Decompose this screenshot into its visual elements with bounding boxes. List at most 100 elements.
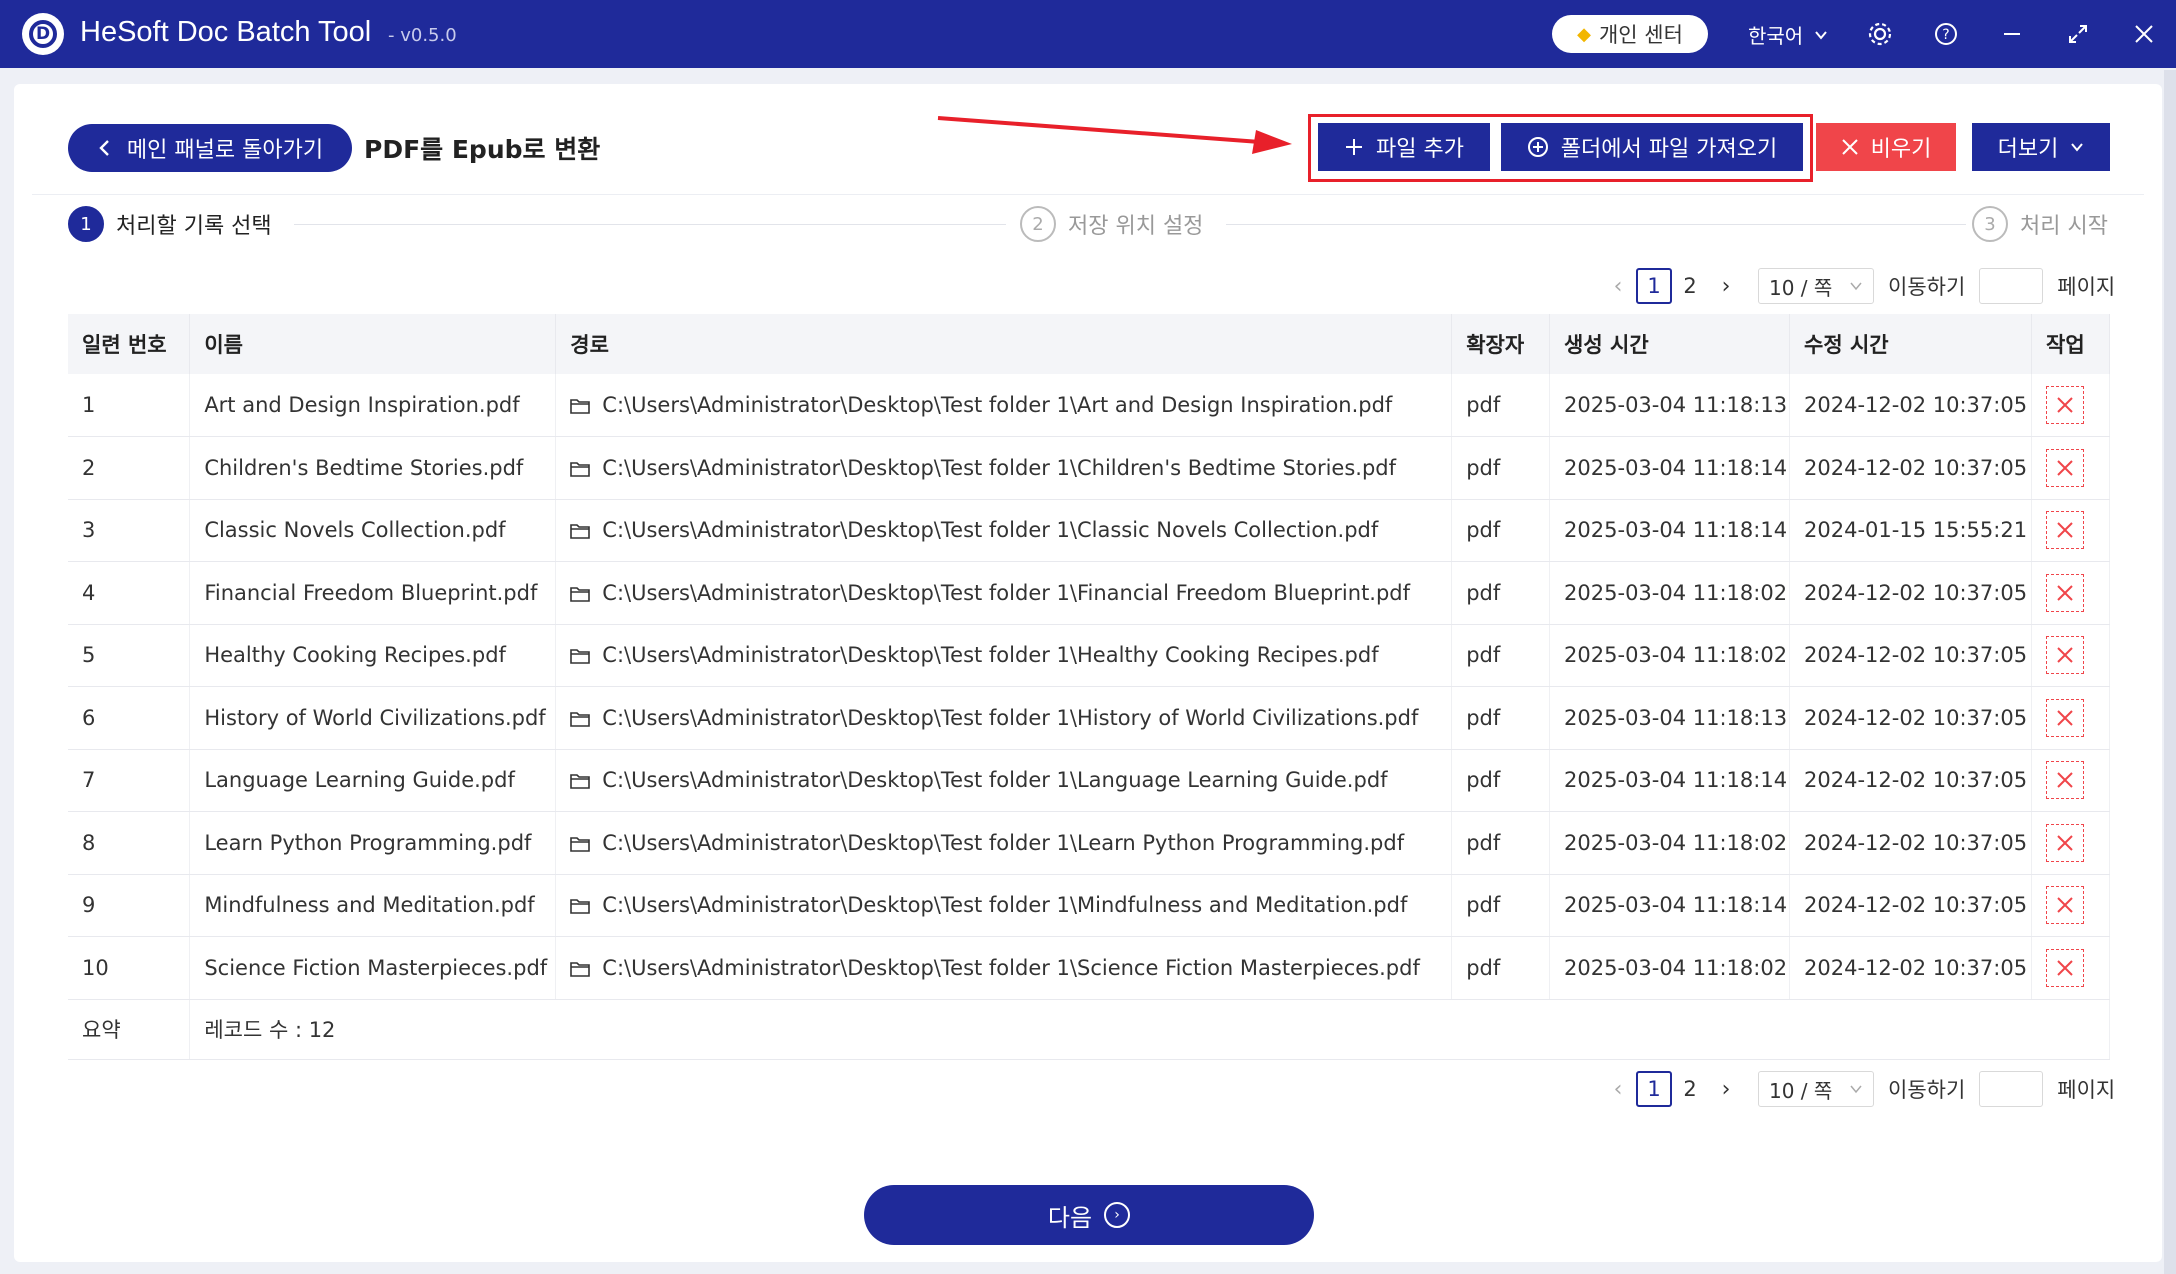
- plus-circle-icon: [1527, 137, 1548, 157]
- goto-page-input[interactable]: [1979, 268, 2044, 304]
- file-path-cell[interactable]: C:\Users\Administrator\Desktop\Test fold…: [555, 624, 1453, 687]
- close-icon: [1841, 139, 1858, 155]
- file-path-cell[interactable]: C:\Users\Administrator\Desktop\Test fold…: [555, 499, 1453, 562]
- created-time: 2025-03-04 11:18:02: [1549, 561, 1791, 625]
- row-number: 5: [68, 624, 191, 687]
- page-1-button[interactable]: 1: [1636, 1071, 1672, 1107]
- file-path-cell[interactable]: C:\Users\Administrator\Desktop\Test fold…: [555, 374, 1453, 437]
- column-header: 생성 시간: [1549, 314, 1791, 374]
- file-path-cell[interactable]: C:\Users\Administrator\Desktop\Test fold…: [555, 749, 1453, 812]
- table-row: 4 Financial Freedom Blueprint.pdf C:\Users…: [68, 561, 2110, 625]
- row-number: 1: [68, 374, 191, 437]
- delete-icon[interactable]: [2046, 511, 2085, 550]
- maximize-icon[interactable]: [2062, 18, 2094, 50]
- file-path-cell[interactable]: C:\Users\Administrator\Desktop\Test fold…: [555, 436, 1453, 500]
- file-name: Financial Freedom Blueprint.pdf: [189, 561, 557, 625]
- delete-icon[interactable]: [2046, 573, 2085, 612]
- file-name: Learn Python Programming.pdf: [189, 811, 557, 875]
- action-cell: [2031, 686, 2110, 750]
- modified-time: 2024-12-02 10:37:05: [1789, 749, 2033, 812]
- delete-icon[interactable]: [2046, 823, 2085, 862]
- next-label: 다음: [1047, 1203, 1093, 1232]
- page-2-button[interactable]: 2: [1672, 1071, 1708, 1107]
- step-number: 3: [1972, 206, 2008, 242]
- pagination-top: ‹ 1 2 › 10 / 쪽 이동하기 페이지: [1600, 268, 2115, 304]
- file-extension: pdf: [1451, 749, 1551, 812]
- folder-icon: [570, 774, 591, 790]
- svg-text:?: ?: [1942, 27, 1949, 43]
- file-extension: pdf: [1451, 811, 1551, 875]
- delete-icon[interactable]: [2046, 761, 2085, 800]
- file-extension: pdf: [1451, 874, 1551, 937]
- delete-icon[interactable]: [2046, 948, 2085, 987]
- file-path-cell[interactable]: C:\Users\Administrator\Desktop\Test fold…: [555, 811, 1453, 875]
- file-path-cell[interactable]: C:\Users\Administrator\Desktop\Test fold…: [555, 936, 1453, 1000]
- add-file-button[interactable]: 파일 추가: [1318, 123, 1490, 171]
- folder-icon: [570, 649, 591, 665]
- file-extension: pdf: [1451, 561, 1551, 625]
- language-select[interactable]: 한국어: [1748, 20, 1829, 49]
- step-connector: [1226, 224, 1966, 225]
- action-cell: [2031, 499, 2110, 562]
- page-size-select[interactable]: 10 / 쪽: [1758, 268, 1874, 304]
- created-time: 2025-03-04 11:18:02: [1549, 624, 1791, 687]
- action-cell: [2031, 624, 2110, 687]
- clear-button[interactable]: 비우기: [1816, 123, 1956, 171]
- delete-icon[interactable]: [2046, 886, 2085, 925]
- file-name: Language Learning Guide.pdf: [189, 749, 557, 812]
- scrollbar[interactable]: [2164, 70, 2176, 1274]
- minimize-icon[interactable]: [1996, 18, 2028, 50]
- page-size-select[interactable]: 10 / 쪽: [1758, 1071, 1874, 1107]
- folder-icon: [570, 711, 591, 727]
- annotation-arrow: [937, 116, 1292, 154]
- delete-icon[interactable]: [2046, 386, 2085, 424]
- table-row: 8 Learn Python Programming.pdf C:\Users\Ad…: [68, 811, 2110, 875]
- more-button[interactable]: 더보기: [1972, 123, 2110, 171]
- step-label: 처리 시작: [2020, 214, 2108, 239]
- column-header: 경로: [555, 314, 1453, 374]
- delete-icon[interactable]: [2046, 448, 2085, 487]
- file-table: 일련 번호 이름 경로 확장자 생성 시간 수정 시간 작업 1 Art and …: [68, 314, 2110, 1060]
- goto-page-input[interactable]: [1979, 1071, 2044, 1107]
- back-to-main-button[interactable]: 메인 패널로 돌아가기: [68, 124, 352, 172]
- column-header: 확장자: [1451, 314, 1551, 374]
- page-2-button[interactable]: 2: [1672, 268, 1708, 304]
- prev-page-icon[interactable]: ‹: [1600, 1077, 1636, 1102]
- next-button[interactable]: 다음 ›: [864, 1185, 1314, 1245]
- file-extension: pdf: [1451, 686, 1551, 750]
- personal-center-button[interactable]: ◆ 개인 센터: [1552, 15, 1708, 53]
- language-label: 한국어: [1748, 24, 1804, 48]
- step-number: 1: [68, 206, 104, 242]
- modified-time: 2024-01-15 15:55:21: [1789, 499, 2033, 562]
- created-time: 2025-03-04 11:18:14: [1549, 499, 1791, 562]
- column-header: 이름: [189, 314, 557, 374]
- file-path-cell[interactable]: C:\Users\Administrator\Desktop\Test fold…: [555, 874, 1453, 937]
- import-folder-button[interactable]: 폴더에서 파일 가져오기: [1501, 123, 1803, 171]
- action-cell: [2031, 936, 2110, 1000]
- modified-time: 2024-12-02 10:37:05: [1789, 374, 2033, 437]
- add-file-label: 파일 추가: [1376, 137, 1464, 162]
- row-number: 6: [68, 686, 191, 750]
- settings-icon[interactable]: [1864, 18, 1896, 50]
- step-2: 2 저장 위치 설정: [1020, 206, 1203, 242]
- step-3: 3 처리 시작: [1972, 206, 2108, 242]
- page-label: 페이지: [2057, 275, 2116, 299]
- file-path-cell[interactable]: C:\Users\Administrator\Desktop\Test fold…: [555, 686, 1453, 750]
- row-number: 4: [68, 561, 191, 625]
- folder-icon: [570, 586, 591, 602]
- modified-time: 2024-12-02 10:37:05: [1789, 874, 2033, 937]
- file-name: Classic Novels Collection.pdf: [189, 499, 557, 562]
- page-size-value: 10 / 쪽: [1769, 1078, 1833, 1103]
- delete-icon[interactable]: [2046, 698, 2085, 737]
- help-icon[interactable]: ?: [1930, 18, 1962, 50]
- folder-icon: [570, 899, 591, 915]
- prev-page-icon[interactable]: ‹: [1600, 274, 1636, 299]
- title-bar: D HeSoft Doc Batch Tool - v0.5.0 ◆ 개인 센터…: [0, 0, 2176, 68]
- app-logo-icon: D: [22, 13, 64, 55]
- page-1-button[interactable]: 1: [1636, 268, 1672, 304]
- next-page-icon[interactable]: ›: [1708, 1077, 1744, 1102]
- next-page-icon[interactable]: ›: [1708, 274, 1744, 299]
- close-icon[interactable]: [2128, 18, 2160, 50]
- file-path-cell[interactable]: C:\Users\Administrator\Desktop\Test fold…: [555, 561, 1453, 625]
- delete-icon[interactable]: [2046, 636, 2085, 675]
